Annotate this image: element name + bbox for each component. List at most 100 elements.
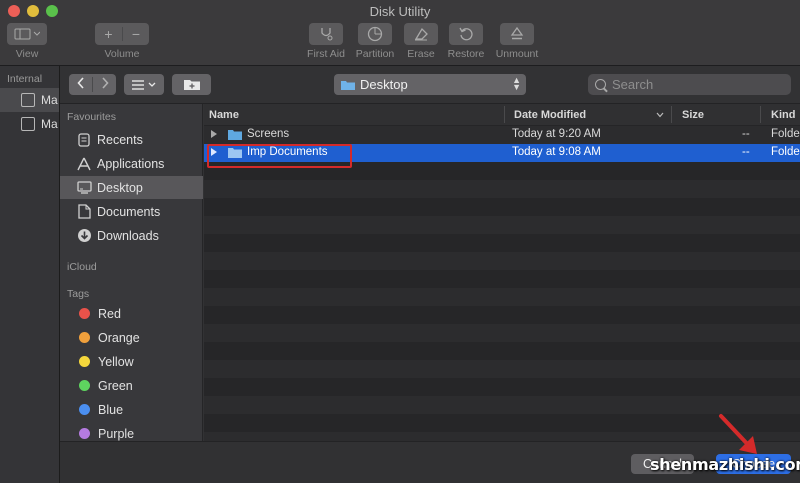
file-name: Screens [247, 128, 290, 140]
disk-item[interactable]: Ma [0, 112, 59, 136]
list-view-icon [132, 79, 156, 90]
disk-icon [21, 117, 35, 131]
empty-row [204, 378, 800, 396]
volume-label: Volume [104, 48, 140, 60]
file-kind: Folder [771, 146, 800, 158]
icloud-header: iCloud [67, 261, 97, 273]
nav-segment [69, 74, 116, 95]
tag-green[interactable]: Green [60, 374, 203, 397]
stethoscope-icon [321, 28, 333, 41]
empty-row [204, 216, 800, 234]
sidebar-item-desktop[interactable]: Desktop [60, 176, 203, 199]
partition-button[interactable] [358, 23, 392, 45]
empty-row [204, 270, 800, 288]
location-popup[interactable]: Desktop ▲ ▼ [334, 74, 526, 95]
recents-icon [76, 132, 92, 148]
internal-header: Internal [7, 73, 43, 85]
sort-chevron-icon [656, 112, 664, 118]
tag-red[interactable]: Red [60, 302, 203, 325]
first-aid-button[interactable] [309, 23, 343, 45]
empty-row [204, 432, 800, 441]
unmount-button[interactable] [500, 23, 534, 45]
search-field[interactable]: Search [588, 74, 791, 95]
sidebar-item-applications[interactable]: Applications [60, 152, 203, 175]
folder-icon [228, 130, 242, 140]
view-button[interactable] [7, 23, 47, 45]
sidebar-item-label: Recents [97, 132, 143, 147]
volume-segment: + − [95, 23, 149, 45]
desktop-icon [76, 180, 92, 196]
name-column-header[interactable]: Name [209, 109, 239, 121]
tag-color-dot [79, 308, 90, 319]
tag-color-dot [79, 428, 90, 439]
empty-row [204, 252, 800, 270]
erase-label: Erase [407, 48, 435, 60]
tag-color-dot [79, 332, 90, 343]
tag-orange[interactable]: Orange [60, 326, 203, 349]
tag-label: Blue [98, 402, 124, 417]
sidebar-item-label: Desktop [97, 180, 143, 195]
back-button[interactable] [69, 77, 92, 92]
tag-label: Orange [98, 330, 140, 345]
window-title: Disk Utility [369, 4, 431, 19]
sidebar-view-icon [14, 28, 40, 40]
add-volume-button[interactable]: + [95, 26, 122, 42]
sidebar-item-recents[interactable]: Recents [60, 128, 203, 151]
unmount-label: Unmount [495, 48, 539, 60]
forward-button[interactable] [93, 77, 116, 92]
view-options-button[interactable] [124, 74, 164, 95]
disk-utility-titlebar: Disk Utility View + − Volume First Aid P… [0, 0, 800, 66]
disk-item-label: Ma [41, 93, 58, 107]
empty-row [204, 306, 800, 324]
empty-row [204, 342, 800, 360]
disk-icon [21, 93, 35, 107]
open-panel: Desktop ▲ ▼ Search Favourites Recents App… [59, 66, 800, 483]
disclosure-triangle-icon[interactable] [211, 130, 217, 138]
restore-button[interactable] [449, 23, 483, 45]
disk-item[interactable]: Ma [0, 88, 59, 112]
date-modified-column-header[interactable]: Date Modified [514, 109, 586, 121]
tag-label: Yellow [98, 354, 134, 369]
file-row[interactable]: Screens Today at 9:20 AM -- Folder [204, 126, 800, 144]
sidebar-item-documents[interactable]: Documents [60, 200, 203, 223]
file-size: -- [742, 128, 750, 140]
new-folder-button[interactable] [172, 74, 211, 95]
restore-label: Restore [447, 48, 485, 60]
empty-row [204, 414, 800, 432]
partition-label: Partition [355, 48, 395, 60]
location-label: Desktop [360, 77, 408, 92]
empty-row [204, 288, 800, 306]
tag-blue[interactable]: Blue [60, 398, 203, 421]
chevron-left-icon [76, 77, 84, 89]
kind-column-header[interactable]: Kind [771, 109, 795, 121]
sidebar-item-label: Applications [97, 156, 165, 171]
empty-row [204, 324, 800, 342]
empty-row [204, 198, 800, 216]
empty-row [204, 396, 800, 414]
restore-icon [459, 27, 473, 41]
size-column-header[interactable]: Size [682, 109, 704, 121]
annotation-arrow-icon [719, 414, 757, 454]
file-date: Today at 9:20 AM [512, 128, 601, 140]
erase-button[interactable] [404, 23, 438, 45]
panel-toolbar: Desktop ▲ ▼ Search [60, 66, 800, 104]
folder-icon [341, 80, 355, 90]
eject-icon [510, 26, 524, 40]
file-date: Today at 9:08 AM [512, 146, 601, 158]
tag-yellow[interactable]: Yellow [60, 350, 203, 373]
downloads-icon [76, 228, 92, 244]
file-kind: Folder [771, 128, 800, 140]
remove-volume-button[interactable]: − [123, 26, 149, 42]
new-folder-icon [183, 80, 200, 90]
empty-row [204, 234, 800, 252]
search-icon [595, 79, 606, 90]
empty-row [204, 360, 800, 378]
finder-sidebar: Favourites Recents Applications Desktop … [60, 104, 203, 441]
tag-color-dot [79, 356, 90, 367]
disk-item-label: Ma [41, 117, 58, 131]
favourites-header: Favourites [67, 111, 117, 123]
column-header: Name Date Modified Size Kind [204, 104, 800, 126]
file-size: -- [742, 146, 750, 158]
sidebar-item-downloads[interactable]: Downloads [60, 224, 203, 247]
view-label: View [15, 48, 39, 60]
